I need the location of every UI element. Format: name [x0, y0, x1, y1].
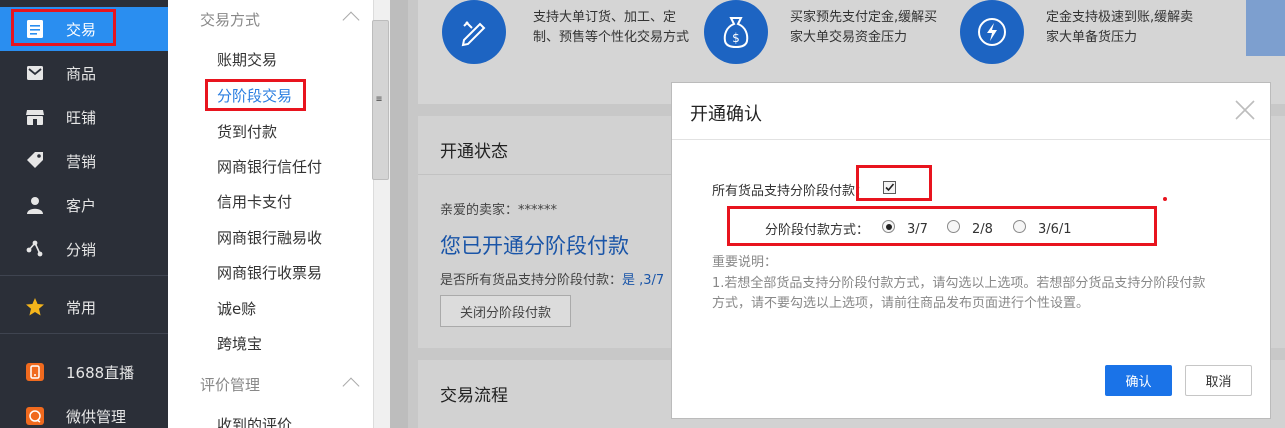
highlight-box	[856, 165, 932, 201]
dialog-divider	[672, 139, 1270, 140]
nav-label: 微供管理	[66, 407, 127, 426]
marker-dot	[1163, 197, 1167, 201]
flow-panel-title: 交易流程	[440, 386, 508, 406]
feature-text: 支持大单订货、加工、定制、预售等个性化交易方式	[533, 10, 690, 45]
nav-item-live[interactable]: 1688直播	[0, 350, 168, 394]
all-goods-label: 所有货品支持分阶段付款：	[712, 184, 869, 199]
nav-item-customer[interactable]: 客户	[0, 183, 168, 227]
nav-divider	[0, 333, 168, 334]
confirm-button[interactable]: 确认	[1105, 365, 1172, 396]
close-icon[interactable]	[1232, 97, 1258, 123]
divider	[418, 174, 671, 175]
cancel-button[interactable]: 取消	[1185, 365, 1252, 396]
main-nav: 交易 商品 旺铺 营销 客户 分销 常用 1688直播 微供管理	[0, 0, 168, 428]
nav-item-favorites[interactable]: 常用	[0, 285, 168, 329]
highlight-box	[205, 79, 306, 111]
seller-greeting: 亲爱的卖家：******	[440, 203, 558, 218]
lightning-icon	[960, 0, 1024, 64]
share-icon	[25, 239, 45, 259]
live-icon	[25, 362, 45, 382]
pencil-ruler-icon	[442, 0, 506, 64]
nav-label: 客户	[66, 196, 97, 215]
money-bag-icon: $	[704, 0, 768, 64]
dialog-title: 开通确认	[690, 104, 762, 125]
submenu-item[interactable]: 信用卡支付	[217, 191, 292, 212]
svg-text:$: $	[732, 31, 740, 45]
nav-label: 分销	[66, 240, 97, 259]
tag-icon	[25, 151, 45, 171]
chat-icon	[25, 406, 45, 426]
submenu-group-title: 交易方式	[200, 11, 261, 29]
submenu-item[interactable]: 网商银行收票易	[217, 262, 322, 283]
nav-label: 1688直播	[66, 363, 135, 382]
submenu-item[interactable]: 货到付款	[217, 121, 277, 142]
nav-item-goods[interactable]: 商品	[0, 51, 168, 95]
nav-item-marketing[interactable]: 营销	[0, 139, 168, 183]
submenu-item[interactable]: 跨境宝	[217, 333, 262, 354]
store-icon	[25, 107, 45, 127]
feature-text: 买家预先支付定金,缓解买家大单交易资金压力	[790, 10, 938, 45]
nav-label: 旺铺	[66, 108, 97, 127]
feature-text: 定金支持极速到账,缓解卖家大单备货压力	[1046, 10, 1194, 45]
highlight-box	[11, 9, 116, 46]
scrollbar-grip-icon: ≡	[376, 94, 383, 105]
support-line: 是否所有货品支持分阶段付款：是 ,3/7	[440, 269, 664, 288]
nav-label: 常用	[66, 298, 97, 317]
support-value: 是 ,3/7	[622, 273, 665, 288]
highlight-box	[727, 206, 1157, 246]
note-line: 1.若想全部货品支持分阶段付款方式，请勾选以上选项。若想部分货品支持分阶段付款	[712, 276, 1206, 291]
note-title: 重要说明：	[712, 255, 778, 270]
nav-item-weigong[interactable]: 微供管理	[0, 394, 168, 428]
nav-item-distribution[interactable]: 分销	[0, 227, 168, 271]
content-gutter	[390, 0, 408, 428]
nav-label: 商品	[66, 64, 97, 83]
status-panel-title: 开通状态	[440, 142, 508, 162]
note-line: 方式，请不要勾选以上选项，请前往商品发布页面进行个性设置。	[712, 296, 1090, 311]
support-label: 是否所有货品支持分阶段付款：	[440, 273, 623, 288]
submenu-item[interactable]: 网商银行融易收	[217, 227, 322, 248]
confirm-dialog: 开通确认 所有货品支持分阶段付款： 分阶段付款方式： 3/7 2/8 3/6/1…	[671, 82, 1271, 419]
submenu-group-title: 评价管理	[200, 376, 261, 394]
star-icon	[25, 297, 45, 317]
user-icon	[25, 195, 45, 215]
submenu-item[interactable]: 诚e赊	[217, 298, 256, 319]
nav-divider	[0, 275, 168, 276]
nav-label: 营销	[66, 152, 97, 171]
submenu-item[interactable]: 账期交易	[217, 49, 277, 70]
status-headline: 您已开通分阶段付款	[440, 234, 629, 258]
submenu-item[interactable]: 收到的评价	[217, 414, 292, 428]
nav-item-store[interactable]: 旺铺	[0, 95, 168, 139]
mail-icon	[25, 63, 45, 83]
submenu-item[interactable]: 网商银行信任付	[217, 156, 322, 177]
side-banner	[1246, 0, 1285, 56]
close-staged-payment-button[interactable]: 关闭分阶段付款	[440, 295, 571, 327]
